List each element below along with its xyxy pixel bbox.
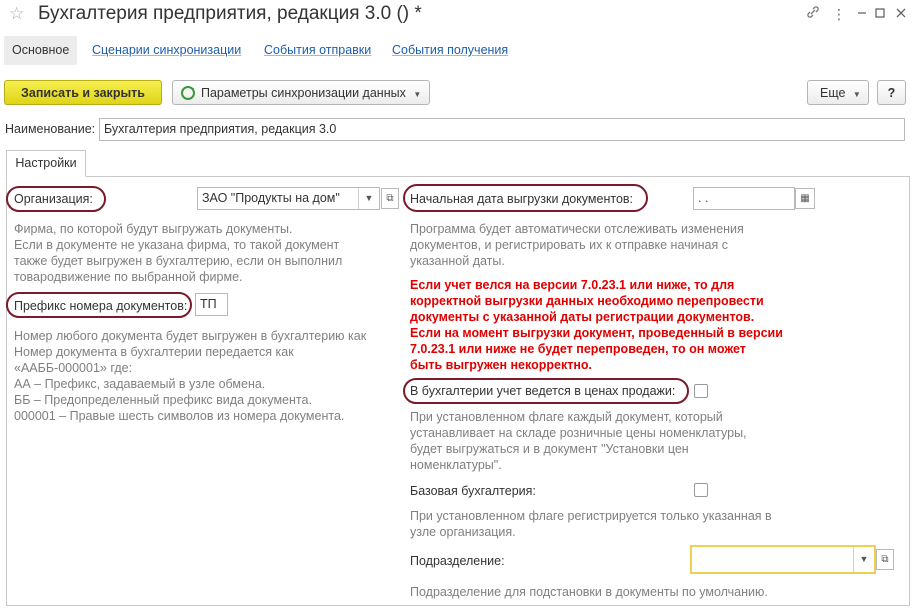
sync-params-button[interactable]: Параметры синхронизации данных ▼ (172, 80, 430, 105)
more-button[interactable]: Еще ▼ (807, 80, 869, 105)
organization-value: ЗАО "Продукты на дом" (202, 191, 340, 205)
close-icon[interactable] (892, 5, 910, 23)
maximize-icon[interactable] (871, 5, 889, 23)
base-accounting-checkbox[interactable] (694, 483, 708, 497)
name-label: Наименование: (5, 122, 96, 136)
favorite-star-icon[interactable]: ☆ (9, 4, 24, 24)
chevron-down-icon[interactable]: ▼ (358, 188, 379, 209)
save-and-close-button[interactable]: Записать и закрыть (4, 80, 162, 105)
chevron-down-icon: ▼ (413, 90, 422, 99)
division-hint: Подразделение для подстановки в документ… (410, 585, 768, 599)
sync-icon (180, 85, 196, 110)
tab-receive-events[interactable]: События получения (384, 36, 516, 65)
open-icon[interactable]: ⧉ (381, 188, 399, 209)
base-accounting-hint: При установленном флаге регистрируется т… (410, 509, 772, 539)
tab-main[interactable]: Основное (4, 36, 78, 65)
retail-prices-checkbox[interactable] (694, 384, 708, 398)
window-title: Бухгалтерия предприятия, редакция 3.0 ()… (38, 3, 422, 24)
prefix-hint: Номер любого документа будет выгружен в … (14, 329, 367, 423)
retail-prices-label: В бухгалтерии учет ведется в ценах прода… (410, 384, 676, 398)
start-date-input[interactable]: . . (693, 187, 795, 210)
more-menu-icon[interactable]: ⋮ (830, 5, 848, 23)
minimize-icon[interactable] (853, 5, 871, 23)
retail-prices-hint: При установленном флаге каждый документ,… (410, 410, 747, 472)
organization-label: Организация: (14, 192, 93, 206)
division-select[interactable]: ▼ (690, 545, 876, 574)
organization-select[interactable]: ЗАО "Продукты на дом" ▼ (197, 187, 380, 210)
open-icon[interactable]: ⧉ (876, 549, 894, 570)
organization-hint: Фирма, по которой будут выгружать докуме… (14, 222, 343, 284)
base-accounting-label: Базовая бухгалтерия: (410, 484, 536, 498)
chevron-down-icon: ▼ (852, 90, 861, 99)
start-date-label: Начальная дата выгрузки документов: (410, 192, 634, 206)
tab-send-events[interactable]: События отправки (256, 36, 379, 65)
tab-settings[interactable]: Настройки (6, 150, 86, 177)
prefix-label: Префикс номера документов: (14, 299, 188, 313)
version-warning: Если учет велся на версии 7.0.23.1 или н… (410, 278, 783, 372)
prefix-input[interactable]: ТП (195, 293, 228, 316)
name-input[interactable]: Бухгалтерия предприятия, редакция 3.0 (99, 118, 905, 141)
more-label: Еще (820, 86, 846, 100)
division-label: Подразделение: (410, 554, 505, 568)
help-button[interactable]: ? (877, 80, 906, 105)
start-date-hint: Программа будет автоматически отслеживат… (410, 222, 744, 268)
sync-params-label: Параметры синхронизации данных (201, 86, 406, 100)
calendar-icon[interactable]: ▦ (795, 188, 815, 209)
chevron-down-icon[interactable]: ▼ (853, 547, 874, 572)
tab-sync-scenarios[interactable]: Сценарии синхронизации (84, 36, 249, 65)
link-icon[interactable] (804, 5, 822, 23)
